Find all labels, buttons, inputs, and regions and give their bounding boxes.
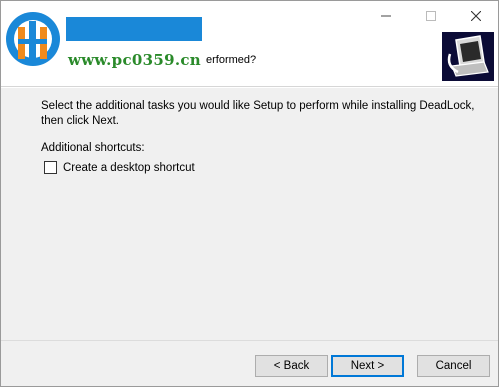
cancel-button[interactable]: Cancel [417,355,490,377]
watermark-url: www.pc0359.cn [68,51,201,69]
desktop-shortcut-option[interactable]: Create a desktop shortcut [44,161,195,174]
maximize-icon [425,11,436,21]
back-button[interactable]: < Back [255,355,328,377]
maximize-button[interactable] [408,1,453,31]
wizard-body: Select the additional tasks you would li… [1,88,498,340]
computer-icon [442,32,494,81]
next-button[interactable]: Next > [331,355,404,377]
desktop-shortcut-checkbox[interactable] [44,161,57,174]
desktop-shortcut-label: Create a desktop shortcut [63,161,195,174]
instruction-text: Select the additional tasks you would li… [41,100,475,127]
button-bar: < Back Next > Cancel [1,340,498,386]
close-button[interactable] [453,1,498,31]
page-subtitle: erformed? [206,54,257,66]
minimize-icon [380,15,391,17]
close-icon [470,11,481,21]
setup-wizard-window: www.pc0359.cn erformed? Select the addit… [0,0,499,387]
title-bar [1,1,498,31]
additional-shortcuts-label: Additional shortcuts: [41,142,145,154]
minimize-button[interactable] [363,1,408,31]
